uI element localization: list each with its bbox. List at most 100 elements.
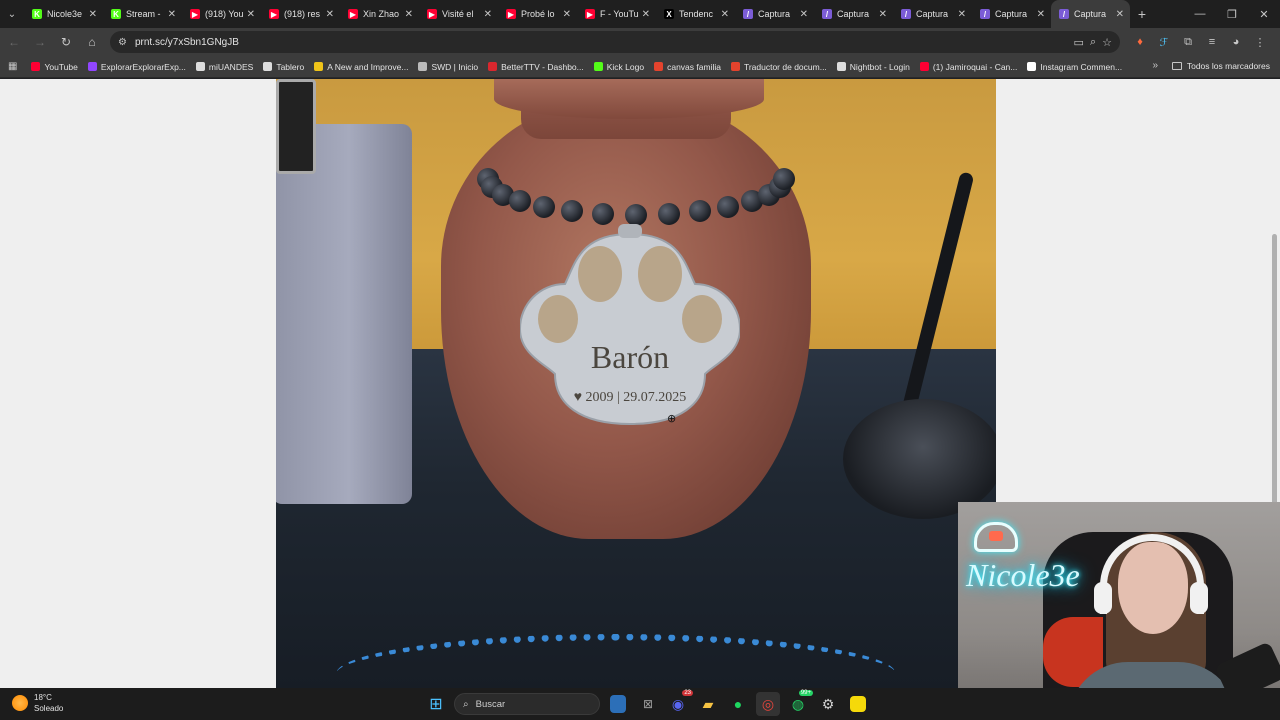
extension-fox-icon[interactable]: ♦ bbox=[1130, 32, 1150, 52]
bookmark-item[interactable]: BetterTTV - Dashbo... bbox=[488, 62, 584, 72]
browser-tab[interactable]: X Tendenc ✕ bbox=[656, 0, 735, 28]
spotify-icon[interactable]: ● bbox=[726, 692, 750, 716]
bookmark-item[interactable]: A New and Improve... bbox=[314, 62, 408, 72]
browser-tab[interactable]: / Captura ✕ bbox=[735, 0, 814, 28]
browser-tab[interactable]: ▶ Visité el ✕ bbox=[419, 0, 498, 28]
bookmark-star-icon[interactable]: ☆ bbox=[1102, 36, 1112, 49]
browser-tab[interactable]: ▶ (918) You ✕ bbox=[182, 0, 261, 28]
browser-tab[interactable]: ▶ F - YouTu ✕ bbox=[577, 0, 656, 28]
address-bar[interactable]: ⚙ ▭ ⌕ ☆ bbox=[110, 31, 1120, 53]
bookmark-label: BetterTTV - Dashbo... bbox=[501, 61, 584, 72]
tab-favicon-icon: / bbox=[743, 9, 753, 19]
new-tab-button[interactable]: + bbox=[1130, 6, 1154, 22]
tab-close-icon[interactable]: ✕ bbox=[721, 9, 729, 20]
tab-close-icon[interactable]: ✕ bbox=[484, 9, 492, 20]
tab-list: K Nicole3e ✕ K Stream - ✕ ▶ (918) You ✕ ▶ (918) re… bbox=[24, 0, 1130, 28]
bookmark-label: (1) Jamiroquai - Can... bbox=[932, 61, 1018, 72]
browser-tab[interactable]: / Captura ✕ bbox=[814, 0, 893, 28]
minimize-icon[interactable]: — bbox=[1184, 0, 1216, 28]
tab-close-icon[interactable]: ✕ bbox=[958, 9, 966, 20]
bookmark-item[interactable]: Traductor de docum... bbox=[730, 62, 827, 72]
cast-icon[interactable]: ▭ bbox=[1074, 36, 1084, 49]
clock-object bbox=[276, 79, 316, 174]
bookmark-item[interactable]: ExplorarExplorarExp... bbox=[87, 62, 186, 72]
settings-gear-icon[interactable]: ⚙ bbox=[816, 692, 840, 716]
bookmark-item[interactable]: Instagram Commen... bbox=[1027, 62, 1122, 72]
bead bbox=[657, 203, 680, 226]
bookmarks-overflow-icon[interactable]: » bbox=[1152, 60, 1158, 71]
tab-close-icon[interactable]: ✕ bbox=[168, 9, 176, 20]
extension-translate-icon[interactable]: ℱ bbox=[1154, 32, 1174, 52]
extensions-puzzle-icon[interactable]: ⧉ bbox=[1178, 32, 1198, 52]
whatsapp-icon[interactable]: ◍ 99+ bbox=[786, 690, 813, 716]
tab-close-icon[interactable]: ✕ bbox=[642, 9, 650, 20]
media-controls-icon[interactable]: ≡ bbox=[1202, 32, 1222, 52]
bookmark-item[interactable]: Kick Logo bbox=[593, 62, 644, 72]
discord-icon[interactable]: ◉ 23 bbox=[666, 690, 693, 716]
notepad-icon[interactable] bbox=[610, 695, 626, 713]
tab-title: Visité el bbox=[442, 9, 474, 19]
tab-title: Probé lo bbox=[521, 9, 555, 19]
site-info-icon[interactable]: ⚙ bbox=[118, 37, 127, 48]
browser-tab[interactable]: ▶ Xin Zhao ✕ bbox=[340, 0, 419, 28]
apps-grid-icon[interactable]: ▦ bbox=[8, 61, 17, 72]
excel-icon[interactable]: ⊠ bbox=[636, 692, 660, 716]
bookmark-item[interactable]: miUANDES bbox=[195, 62, 253, 72]
folder-icon bbox=[1171, 62, 1182, 70]
bookmark-item[interactable]: canvas familia bbox=[654, 62, 721, 72]
tab-close-icon[interactable]: ✕ bbox=[405, 9, 413, 20]
browser-tab[interactable]: ▶ (918) res ✕ bbox=[261, 0, 340, 28]
tab-close-icon[interactable]: ✕ bbox=[800, 9, 808, 20]
tab-close-icon[interactable]: ✕ bbox=[879, 9, 887, 20]
tab-close-icon[interactable]: ✕ bbox=[1037, 9, 1045, 20]
restore-icon[interactable]: ❐ bbox=[1216, 0, 1248, 28]
browser-tab[interactable]: K Stream - ✕ bbox=[103, 0, 182, 28]
home-icon[interactable]: ⌂ bbox=[80, 30, 104, 54]
tab-close-icon[interactable]: ✕ bbox=[247, 9, 255, 20]
all-bookmarks-button[interactable]: Todos los marcadores bbox=[1171, 61, 1270, 71]
zoom-icon[interactable]: ⌕ bbox=[1090, 36, 1096, 49]
close-window-icon[interactable]: ✕ bbox=[1248, 0, 1280, 28]
tab-favicon-icon: K bbox=[111, 9, 121, 19]
sticky-notes-icon[interactable] bbox=[850, 696, 866, 712]
taskbar-search[interactable]: ⌕ Buscar bbox=[454, 693, 600, 715]
browser-tab[interactable]: / Captura ✕ bbox=[893, 0, 972, 28]
bookmark-label: SWD | Inicio bbox=[431, 61, 479, 72]
tab-title: (918) You bbox=[205, 9, 244, 19]
tab-close-icon[interactable]: ✕ bbox=[1116, 9, 1124, 20]
forward-icon[interactable]: → bbox=[28, 30, 52, 54]
screenshot-image[interactable]: Barón ♥ 2009 | 29.07.2025 ⊕ bbox=[276, 79, 996, 688]
profile-avatar-icon[interactable]: ◕ bbox=[1226, 32, 1246, 52]
back-icon[interactable]: ← bbox=[2, 30, 26, 54]
bookmark-label: A New and Improve... bbox=[327, 61, 409, 72]
bookmark-item[interactable]: SWD | Inicio bbox=[418, 62, 478, 72]
browser-tab[interactable]: K Nicole3e ✕ bbox=[24, 0, 103, 28]
weather-condition: Soleado bbox=[34, 704, 64, 713]
bookmark-label: canvas familia bbox=[667, 61, 721, 72]
bookmark-item[interactable]: YouTube bbox=[31, 62, 78, 72]
bookmark-label: Nightbot - Login bbox=[849, 61, 910, 72]
weather-widget[interactable]: 18°C Soleado bbox=[12, 692, 63, 714]
tab-favicon-icon: ▶ bbox=[427, 9, 437, 19]
tab-title: Captura bbox=[1074, 9, 1107, 19]
tab-favicon-icon: ▶ bbox=[190, 9, 200, 19]
tab-close-icon[interactable]: ✕ bbox=[563, 9, 571, 20]
url-input[interactable] bbox=[134, 36, 1074, 48]
bookmark-item[interactable]: Tablero bbox=[263, 62, 304, 72]
menu-kebab-icon[interactable]: ⋮ bbox=[1250, 32, 1270, 52]
bookmark-item[interactable]: Nightbot - Login bbox=[836, 61, 910, 72]
bookmark-favicon-icon bbox=[836, 62, 846, 71]
browser-tab[interactable]: / Captura ✕ bbox=[972, 0, 1051, 28]
reload-icon[interactable]: ↻ bbox=[54, 30, 78, 54]
browser-tab[interactable]: ▶ Probé lo ✕ bbox=[498, 0, 577, 28]
file-explorer-icon[interactable]: ▰ bbox=[696, 692, 720, 716]
browser-tab[interactable]: / Captura ✕ bbox=[1051, 0, 1130, 28]
windows-start-icon[interactable]: ⊞ bbox=[424, 692, 448, 716]
tab-search-icon[interactable]: ⌄ bbox=[0, 0, 24, 28]
bookmark-item[interactable]: (1) Jamiroquai - Can... bbox=[919, 61, 1018, 72]
tab-close-icon[interactable]: ✕ bbox=[326, 9, 334, 20]
tab-close-icon[interactable]: ✕ bbox=[89, 9, 97, 20]
bead bbox=[773, 168, 795, 190]
chrome-icon[interactable]: ◎ bbox=[756, 692, 780, 716]
bookmark-favicon-icon bbox=[730, 62, 740, 71]
